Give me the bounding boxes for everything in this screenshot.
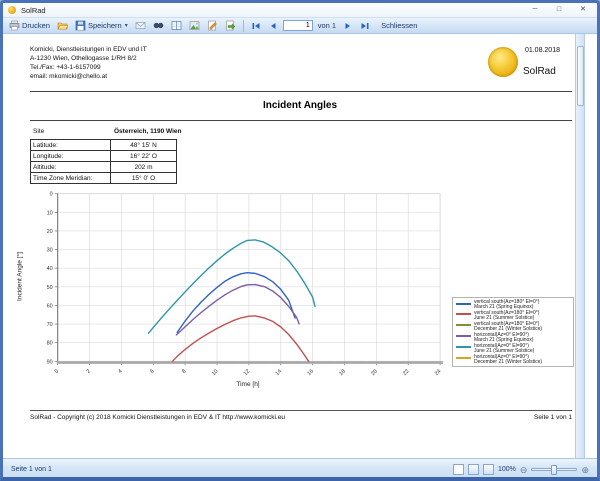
zoom-out-icon[interactable]: ⊖	[520, 465, 528, 475]
svg-text:10: 10	[47, 210, 53, 216]
first-page-button[interactable]	[249, 20, 263, 32]
svg-text:10: 10	[211, 368, 220, 377]
zoom-level-label: 100%	[498, 466, 516, 473]
open-button[interactable]	[55, 19, 70, 32]
print-label: Drucken	[22, 21, 50, 30]
svg-text:8: 8	[181, 368, 187, 374]
report-footer: SolRad - Copyright (c) 2018 Komicki Dien…	[30, 414, 572, 421]
svg-text:18: 18	[338, 368, 347, 377]
close-preview-label: Schliessen	[381, 21, 417, 30]
title-bar: SolRad ─ □ ✕	[3, 3, 597, 17]
legend-line-sample	[456, 324, 471, 326]
edit-page-button[interactable]	[205, 19, 220, 32]
svg-text:24: 24	[434, 368, 443, 377]
svg-text:2: 2	[86, 368, 92, 374]
legend-sublabel: December 21 (Winter Solstice)	[474, 359, 542, 365]
app-window: SolRad ─ □ ✕ Drucken Speichern ▾	[0, 0, 600, 481]
open-folder-icon	[57, 20, 68, 31]
svg-text:80: 80	[47, 341, 53, 347]
svg-text:12: 12	[243, 368, 252, 377]
export-icon	[225, 20, 236, 31]
next-page-button[interactable]	[341, 20, 355, 32]
svg-text:4: 4	[117, 368, 123, 374]
status-page-label: Seite 1 von 1	[11, 466, 52, 473]
printer-icon	[9, 20, 20, 31]
columns-icon	[171, 20, 182, 31]
zoom-slider-thumb[interactable]	[551, 465, 557, 475]
svg-text:40: 40	[47, 266, 53, 272]
print-button[interactable]: Drucken	[7, 19, 52, 32]
incident-angles-chart: 0102030405060708090024681012141618202224	[3, 34, 597, 458]
zoom-in-icon[interactable]: ⊕	[581, 465, 589, 475]
svg-text:22: 22	[402, 368, 411, 377]
email-button[interactable]	[133, 19, 148, 32]
legend-item: horizontal(Az=0° El=90°)December 21 (Win…	[456, 355, 571, 365]
svg-text:50: 50	[47, 285, 53, 291]
chart-legend: vertical south(Az=180° El=0°)March 21 (S…	[452, 297, 574, 367]
last-page-button[interactable]	[358, 20, 372, 32]
page-count-label: von 1	[316, 20, 338, 31]
search-icon	[153, 20, 164, 31]
svg-text:14: 14	[275, 368, 284, 377]
svg-text:16: 16	[306, 368, 315, 377]
legend-item: vertical south(Az=180° El=0°)June 21 (Su…	[456, 311, 571, 321]
minimize-button[interactable]: ─	[523, 3, 547, 16]
x-axis-title: Time [h]	[198, 381, 298, 388]
footer-page-number: Seite 1 von 1	[534, 414, 572, 421]
single-page-view-icon[interactable]	[453, 464, 464, 475]
layout-button[interactable]	[169, 19, 184, 32]
svg-text:70: 70	[47, 322, 53, 328]
first-page-icon	[251, 21, 261, 31]
zoom-slider[interactable]	[531, 468, 577, 471]
maximize-button[interactable]: □	[547, 3, 571, 16]
toolbar-separator	[243, 20, 244, 32]
vertical-scrollbar[interactable]	[575, 34, 585, 458]
svg-text:0: 0	[50, 192, 53, 198]
page-width-view-icon[interactable]	[483, 464, 494, 475]
page-number-input[interactable]	[283, 20, 313, 31]
close-button[interactable]: ✕	[571, 3, 595, 16]
legend-line-sample	[456, 313, 471, 315]
find-button[interactable]	[151, 19, 166, 32]
legend-line-sample	[456, 335, 471, 337]
prev-page-icon	[268, 21, 278, 31]
multi-page-view-icon[interactable]	[468, 464, 479, 475]
legend-line-sample	[456, 346, 471, 348]
prev-page-button[interactable]	[266, 20, 280, 32]
svg-text:20: 20	[370, 368, 379, 377]
legend-line-sample	[456, 357, 471, 359]
legend-item: vertical south(Az=180° El=0°)December 21…	[456, 322, 571, 332]
save-dropdown-icon[interactable]: ▾	[125, 22, 128, 29]
svg-text:0: 0	[54, 368, 60, 374]
toolbar: Drucken Speichern ▾	[3, 17, 597, 34]
edit-icon	[207, 20, 218, 31]
image-icon	[189, 20, 200, 31]
solrad-sun-icon	[8, 6, 16, 14]
svg-text:20: 20	[47, 229, 53, 235]
watermark-button[interactable]	[187, 19, 202, 32]
legend-item: vertical south(Az=180° El=0°)March 21 (S…	[456, 300, 571, 310]
svg-text:60: 60	[47, 303, 53, 309]
svg-text:90: 90	[47, 359, 53, 365]
close-preview-button[interactable]: Schliessen	[379, 20, 419, 31]
footer-divider	[30, 410, 572, 411]
next-page-icon	[343, 21, 353, 31]
svg-text:30: 30	[47, 248, 53, 254]
status-bar: Seite 1 von 1 100% ⊖ ⊕	[3, 458, 597, 480]
export-button[interactable]	[223, 19, 238, 32]
y-axis-title: Incident Angle [°]	[17, 217, 24, 337]
footer-copyright: SolRad - Copyright (c) 2018 Komicki Dien…	[30, 414, 285, 421]
last-page-icon	[360, 21, 370, 31]
svg-text:6: 6	[149, 368, 155, 374]
save-icon	[75, 20, 86, 31]
legend-item: horizontal(Az=0° El=90°)June 21 (Summer …	[456, 344, 571, 354]
save-button[interactable]: Speichern ▾	[73, 19, 130, 32]
legend-item: horizontal(Az=0° El=90°)March 21 (Spring…	[456, 333, 571, 343]
report-page: Komicki, Dienstleistungen in EDV und IT …	[3, 34, 597, 458]
legend-line-sample	[456, 303, 471, 305]
window-title: SolRad	[21, 6, 46, 15]
scrollbar-thumb[interactable]	[577, 46, 584, 106]
save-label: Speichern	[88, 21, 122, 30]
email-icon	[135, 20, 146, 31]
